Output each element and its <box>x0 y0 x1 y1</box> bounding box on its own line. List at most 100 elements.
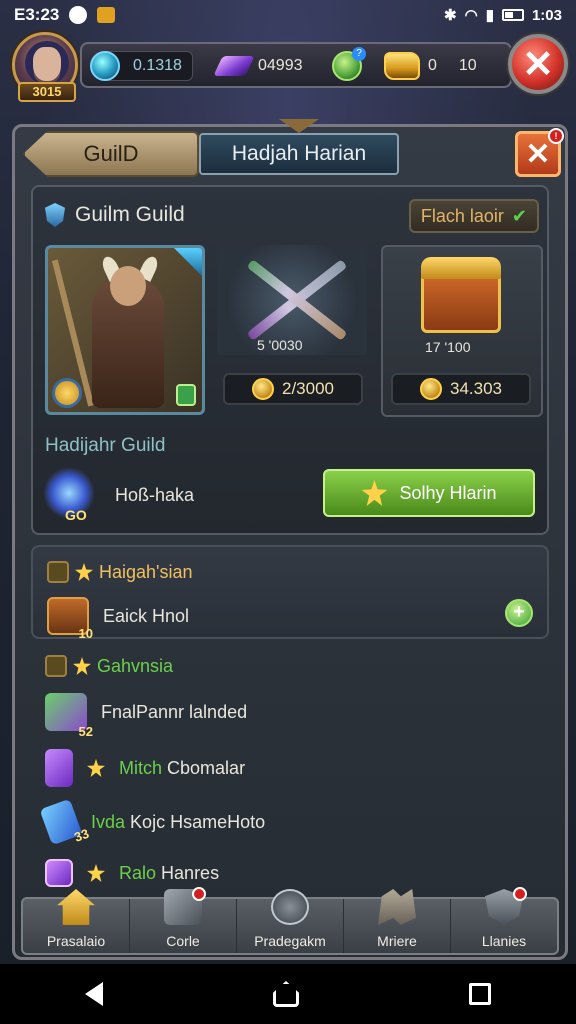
bluetooth-icon: ✱ <box>444 7 457 24</box>
flash-badge[interactable]: Flach laoir ✔ <box>408 199 539 233</box>
nav-core[interactable]: Corle <box>130 887 237 953</box>
chest-card[interactable]: 17 '100 34.303 <box>381 245 543 417</box>
notification-badge <box>513 887 527 901</box>
star-icon <box>361 480 388 506</box>
purple-gems-value: 04993 <box>258 57 303 74</box>
guild-member-name: Hoß-haka <box>115 485 195 505</box>
rank-icon <box>52 378 82 408</box>
notification-badge <box>192 887 206 901</box>
close-icon: ✕ <box>525 137 551 171</box>
item-label: Hanres <box>161 862 220 883</box>
item-label: FnalPannr lalnded <box>101 701 248 722</box>
nav-map[interactable]: Mriere <box>344 889 451 953</box>
guild-title: Guilm Guild <box>75 203 185 226</box>
blue-currency[interactable]: 0.1318 <box>90 49 193 83</box>
nav-label: Corle <box>166 933 200 949</box>
back-icon[interactable] <box>85 982 103 1006</box>
guild-subtitle: Hadijahr Guild <box>45 435 166 456</box>
section-box-icon <box>47 561 69 583</box>
tab-guild-label: GuilD <box>83 141 139 166</box>
cross-box-icon <box>45 859 73 887</box>
list-item[interactable]: 10 Eaick Hnol <box>47 597 190 641</box>
emblem-value: GO <box>65 507 87 523</box>
item-prefix: Ralo <box>119 862 157 883</box>
bottom-nav: Prasalaio Corle Pradegakm Mriere Llanies <box>21 887 559 955</box>
status-time: E3:23 <box>14 5 60 24</box>
avatar-face <box>33 47 61 81</box>
item-label: Cbomalar <box>167 757 246 778</box>
purple-gems[interactable]: 04993 <box>213 49 303 83</box>
star-icon <box>87 759 105 777</box>
close-icon: ✕ <box>522 43 554 86</box>
chest-price[interactable]: 34.303 <box>391 373 531 405</box>
list-item[interactable]: 33 Ivda Kojc HsameHoto <box>39 798 266 846</box>
system-nav-bar <box>0 964 576 1024</box>
close-game-button[interactable]: ✕ <box>508 34 568 94</box>
weapon-label: 5 '0030 <box>257 337 303 353</box>
nav-clans[interactable]: Llanies <box>451 887 557 953</box>
add-currency-icon[interactable] <box>332 47 366 81</box>
check-icon: ✔ <box>511 205 527 226</box>
recents-icon[interactable] <box>469 983 491 1005</box>
chest-label: 17 '100 <box>425 339 471 355</box>
tab-active[interactable]: Hadjah Harian <box>199 133 399 175</box>
item-qty: 33 <box>72 825 91 845</box>
add-item-button[interactable]: + <box>505 599 533 627</box>
guild-title-row: Guilm Guild <box>45 203 185 227</box>
purple-gem-icon <box>213 56 255 76</box>
coin-icon <box>420 378 442 400</box>
chest-icon <box>421 271 501 333</box>
battery-icon <box>501 9 524 21</box>
weapon-card[interactable]: 5 '0030 <box>217 245 367 355</box>
gem-box-icon: 52 <box>45 693 93 739</box>
gold-icon <box>384 52 420 80</box>
flash-badge-label: Flach laoir <box>420 205 504 226</box>
bomb-icon <box>271 889 309 925</box>
hero-head <box>110 266 146 306</box>
chest-price-value: 34.303 <box>450 379 502 398</box>
join-guild-button[interactable]: Solhy Hlarin <box>323 469 535 517</box>
signal-icon: ▮ <box>485 7 494 24</box>
section-2-title: Gahvnsia <box>45 655 173 677</box>
resource-bar: 0.1318 04993 0 10 <box>80 42 512 88</box>
chest-lid <box>421 257 501 279</box>
star-icon <box>75 563 93 581</box>
weapon-price-value: 2/3000 <box>282 379 334 398</box>
nav-label: Pradegakm <box>254 933 326 949</box>
gold-value-a: 0 <box>428 57 437 74</box>
status-bar: E3:23 ✱ ◠ ▮ 1:03 <box>0 0 576 30</box>
nav-home[interactable]: Prasalaio <box>23 889 130 953</box>
weapon-price[interactable]: 2/3000 <box>223 373 363 405</box>
nav-progress[interactable]: Pradegakm <box>237 889 344 953</box>
player-level: 3015 <box>18 82 76 102</box>
hero-card[interactable] <box>45 245 205 415</box>
blue-orb-icon <box>90 51 120 81</box>
item-prefix: Mitch <box>119 757 163 778</box>
chest-icon: 10 <box>47 597 93 641</box>
purple-gem-icon <box>45 749 73 787</box>
star-icon <box>87 864 105 882</box>
gold-value-b: 10 <box>458 57 477 74</box>
list-item[interactable]: Mitch Cbomalar <box>45 749 245 787</box>
guild-card: Guilm Guild Flach laoir ✔ 5 '0030 2/3000 <box>31 185 549 535</box>
status-clock: 1:03 <box>531 6 562 24</box>
gold-currency[interactable]: 0 10 <box>384 49 477 83</box>
item-label: Eaick Hnol <box>103 605 190 626</box>
app-notification-icon <box>97 7 116 23</box>
tab-active-label: Hadjah Harian <box>231 142 367 165</box>
home-icon[interactable] <box>273 981 299 1007</box>
item-label: Kojc HsameHoto <box>130 811 266 832</box>
blue-scroll-icon: 33 <box>39 798 91 846</box>
list-item[interactable]: 52 FnalPannr lalnded <box>45 693 248 739</box>
add-resource[interactable] <box>332 47 366 83</box>
notification-badge: ! <box>548 128 564 144</box>
section-1-title: Haigah'sian <box>47 561 193 583</box>
item-prefix: Ivda <box>91 811 126 832</box>
notification-icon <box>69 6 88 24</box>
close-panel-button[interactable]: ✕ ! <box>515 128 564 177</box>
section-title-text: Gahvnsia <box>97 655 174 676</box>
coin-icon <box>252 378 274 400</box>
tab-guild[interactable]: GuilD <box>23 131 199 177</box>
join-button-label: Solhy Hlarin <box>399 482 497 503</box>
list-item[interactable]: Ralo Hanres <box>45 859 219 887</box>
